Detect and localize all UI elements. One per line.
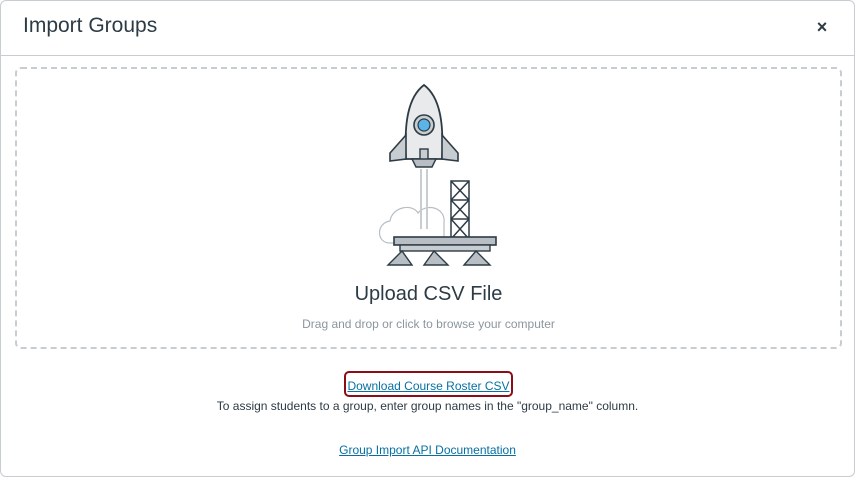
upload-title: Upload CSV File	[354, 283, 503, 305]
upload-subtitle: Drag and drop or click to browse your co…	[302, 317, 555, 331]
import-groups-dialog: Import Groups × Upload CSV File Drag and…	[0, 0, 855, 477]
dialog-header: Import Groups ×	[1, 1, 854, 56]
csv-dropzone[interactable]: Upload CSV File Drag and drop or click t…	[15, 67, 842, 349]
rocket-launch-icon	[378, 83, 497, 266]
download-roster-link[interactable]: Download Course Roster CSV	[347, 379, 509, 393]
api-documentation-link[interactable]: Group Import API Documentation	[339, 443, 516, 457]
roster-link-highlight: Download Course Roster CSV	[344, 371, 513, 397]
close-button[interactable]: ×	[814, 17, 830, 37]
dialog-title: Import Groups	[23, 14, 158, 37]
assign-instructions: To assign students to a group, enter gro…	[216, 399, 639, 413]
